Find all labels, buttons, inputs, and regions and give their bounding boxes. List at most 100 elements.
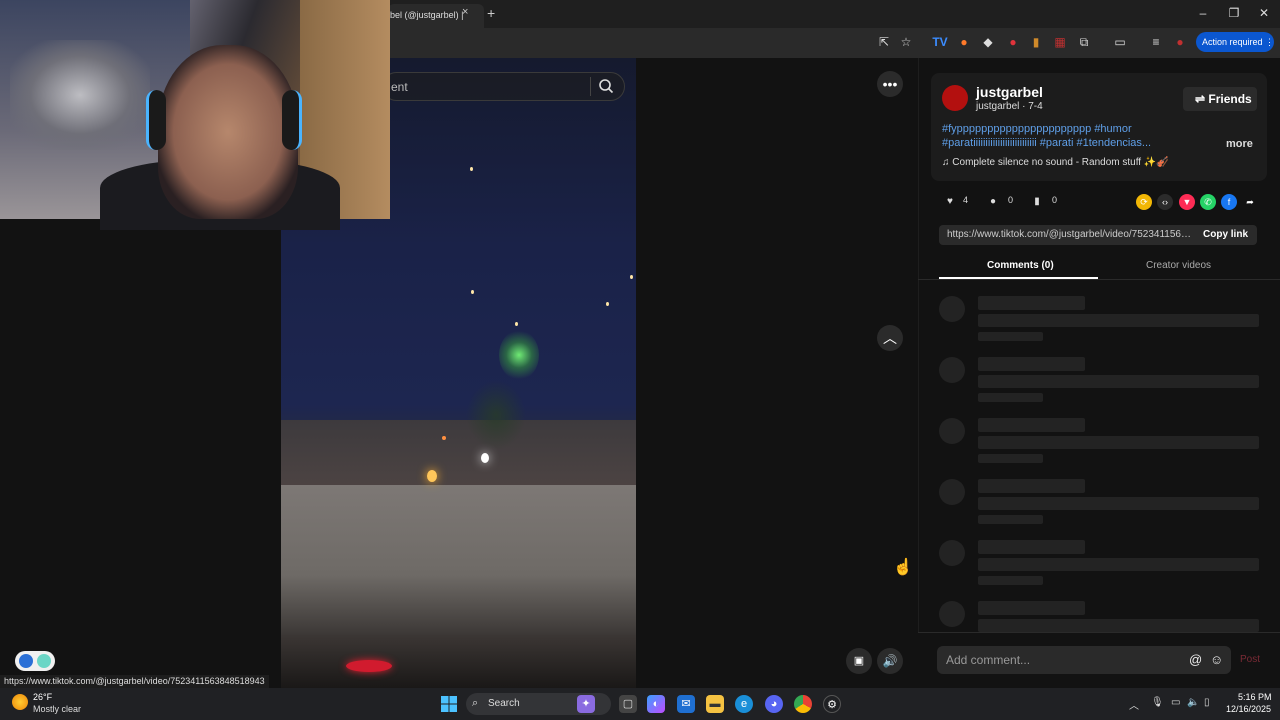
close-tab-icon[interactable]: ×: [462, 6, 468, 18]
more-link[interactable]: more: [1226, 138, 1253, 150]
extension-fox-icon[interactable]: ●: [956, 34, 972, 50]
share-arrow-icon[interactable]: ➦: [1242, 194, 1258, 210]
video-link-text: https://www.tiktok.com/@justgarbel/video…: [947, 229, 1192, 240]
whatsapp-icon[interactable]: ✆: [1200, 194, 1216, 210]
new-tab-icon[interactable]: +: [487, 5, 495, 21]
bookmark-star-icon[interactable]: ☆: [898, 34, 914, 50]
avatar[interactable]: [942, 85, 968, 111]
search-icon[interactable]: [598, 78, 614, 94]
video-spark: [515, 322, 518, 326]
more-options-icon[interactable]: •••: [877, 71, 903, 97]
headphone-right: [282, 90, 302, 150]
active-tab-indicator: [939, 277, 1098, 279]
skeleton-line: [978, 454, 1043, 463]
show-hidden-icons-icon[interactable]: ︿: [1129, 697, 1139, 712]
extension-lock-icon[interactable]: ▮: [1028, 34, 1044, 50]
floating-player-icon[interactable]: ▣: [846, 648, 872, 674]
battery-icon[interactable]: ▯: [1204, 697, 1210, 708]
task-view-icon[interactable]: ▢: [619, 695, 637, 713]
volume-icon[interactable]: 🔊: [877, 648, 903, 674]
video-houses: [281, 420, 636, 490]
weather-icon[interactable]: [12, 694, 28, 710]
video-taillight: [346, 660, 392, 672]
extension-diamond-icon[interactable]: ◆: [980, 34, 996, 50]
headphone-left: [146, 90, 166, 150]
skeleton-line: [978, 393, 1043, 402]
friends-label: Friends: [1208, 92, 1252, 106]
username[interactable]: justgarbel: [976, 84, 1043, 100]
mouse-cursor: ☝: [893, 559, 913, 576]
skeleton-line: [978, 497, 1259, 510]
extensions-puzzle-icon[interactable]: ⧉: [1076, 34, 1092, 50]
facebook-icon[interactable]: f: [1221, 194, 1237, 210]
steam-icon[interactable]: ⚙: [823, 695, 841, 713]
music-note-icon: ♫: [942, 157, 953, 168]
install-app-icon[interactable]: ⇱: [876, 34, 892, 50]
emoji-icon[interactable]: ☺: [1210, 652, 1223, 667]
sound-title: Complete silence no sound - Random stuff…: [952, 157, 1169, 168]
send-icon[interactable]: ▼: [1179, 194, 1195, 210]
skeleton-line: [978, 375, 1259, 388]
search-highlight-icon: ✦: [577, 695, 595, 713]
skeleton-line: [978, 558, 1259, 571]
file-explorer-icon[interactable]: ▬: [706, 695, 724, 713]
mail-icon[interactable]: ✉: [677, 695, 695, 713]
clock-time[interactable]: 5:16 PM: [1238, 692, 1272, 702]
skeleton-line: [978, 418, 1085, 432]
speaker-icon[interactable]: 🔈: [1187, 697, 1199, 708]
repost-icon[interactable]: ⟳: [1136, 194, 1152, 210]
discord-icon[interactable]: ◕: [765, 695, 783, 713]
skeleton-line: [978, 601, 1085, 615]
chrome-icon[interactable]: [794, 695, 812, 713]
tab-creator-videos[interactable]: Creator videos: [1146, 260, 1211, 271]
weather-condition[interactable]: Mostly clear: [33, 704, 81, 714]
skeleton-line: [978, 332, 1043, 341]
tab-comments[interactable]: Comments (0): [987, 260, 1054, 271]
embed-icon[interactable]: ‹›: [1157, 194, 1173, 210]
copy-link-button[interactable]: Copy link: [1203, 229, 1248, 240]
copilot-icon[interactable]: ◐: [647, 695, 665, 713]
previous-video-icon[interactable]: ︿: [877, 325, 903, 351]
weather-temperature[interactable]: 26°F: [33, 692, 52, 702]
browser-tab[interactable]: bel (@justgarbel) |: [388, 4, 484, 28]
profile-avatar-icon[interactable]: ●: [1172, 34, 1188, 50]
skeleton-line: [978, 314, 1259, 327]
microphone-icon[interactable]: 🎙: [1151, 697, 1164, 708]
mention-icon[interactable]: @: [1189, 652, 1202, 667]
video-spark: [470, 167, 473, 171]
clock-date[interactable]: 12/16/2025: [1226, 704, 1271, 714]
taskbar-search-icon: ⌕: [472, 697, 479, 709]
skeleton-avatar: [939, 601, 965, 627]
widget-power-icon: [37, 654, 51, 668]
widget-play-icon: [19, 654, 33, 668]
media-queue-icon[interactable]: ≡: [1148, 34, 1164, 50]
extension-red-icon[interactable]: ●: [1005, 34, 1021, 50]
post-button[interactable]: Post: [1240, 654, 1260, 665]
hashtags-line-1[interactable]: #fypppppppppppppppppppppp #humor: [942, 123, 1132, 135]
restore-icon[interactable]: ❐: [1224, 6, 1244, 20]
sound-info[interactable]: ♫ Complete silence no sound - Random stu…: [942, 157, 1169, 168]
action-required-label: Action required: [1202, 37, 1263, 47]
extension-tv-icon[interactable]: TV: [932, 34, 948, 50]
video-spark: [606, 302, 609, 306]
bookmark-icon[interactable]: ▮: [1029, 194, 1045, 210]
action-required-button[interactable]: Action required ⋮: [1196, 32, 1274, 52]
video-tree: [466, 380, 526, 450]
split-view-icon[interactable]: ▭: [1112, 34, 1128, 50]
close-window-icon[interactable]: ✕: [1254, 6, 1274, 20]
skeleton-line: [978, 436, 1259, 449]
search-input[interactable]: ent: [382, 72, 625, 101]
extension-grid-icon[interactable]: ▦: [1052, 34, 1068, 50]
comment-icon[interactable]: ●: [985, 194, 1001, 210]
edge-icon[interactable]: e: [735, 695, 753, 713]
friends-button[interactable]: ⇌ Friends: [1183, 87, 1257, 111]
skeleton-avatar: [939, 357, 965, 383]
windows-start-icon[interactable]: [441, 696, 457, 712]
heart-icon[interactable]: ♥: [942, 194, 958, 210]
video-light-small: [442, 436, 446, 440]
comment-input[interactable]: Add comment...: [937, 646, 1231, 674]
minimize-icon[interactable]: –: [1193, 6, 1213, 20]
user-subline: justgarbel · 7-4: [976, 101, 1043, 112]
hashtags-line-2[interactable]: #paratiiiiiiiiiiiiiiiiiiiiiiiiii #parati…: [942, 137, 1151, 149]
network-icon[interactable]: ▭: [1171, 697, 1180, 708]
